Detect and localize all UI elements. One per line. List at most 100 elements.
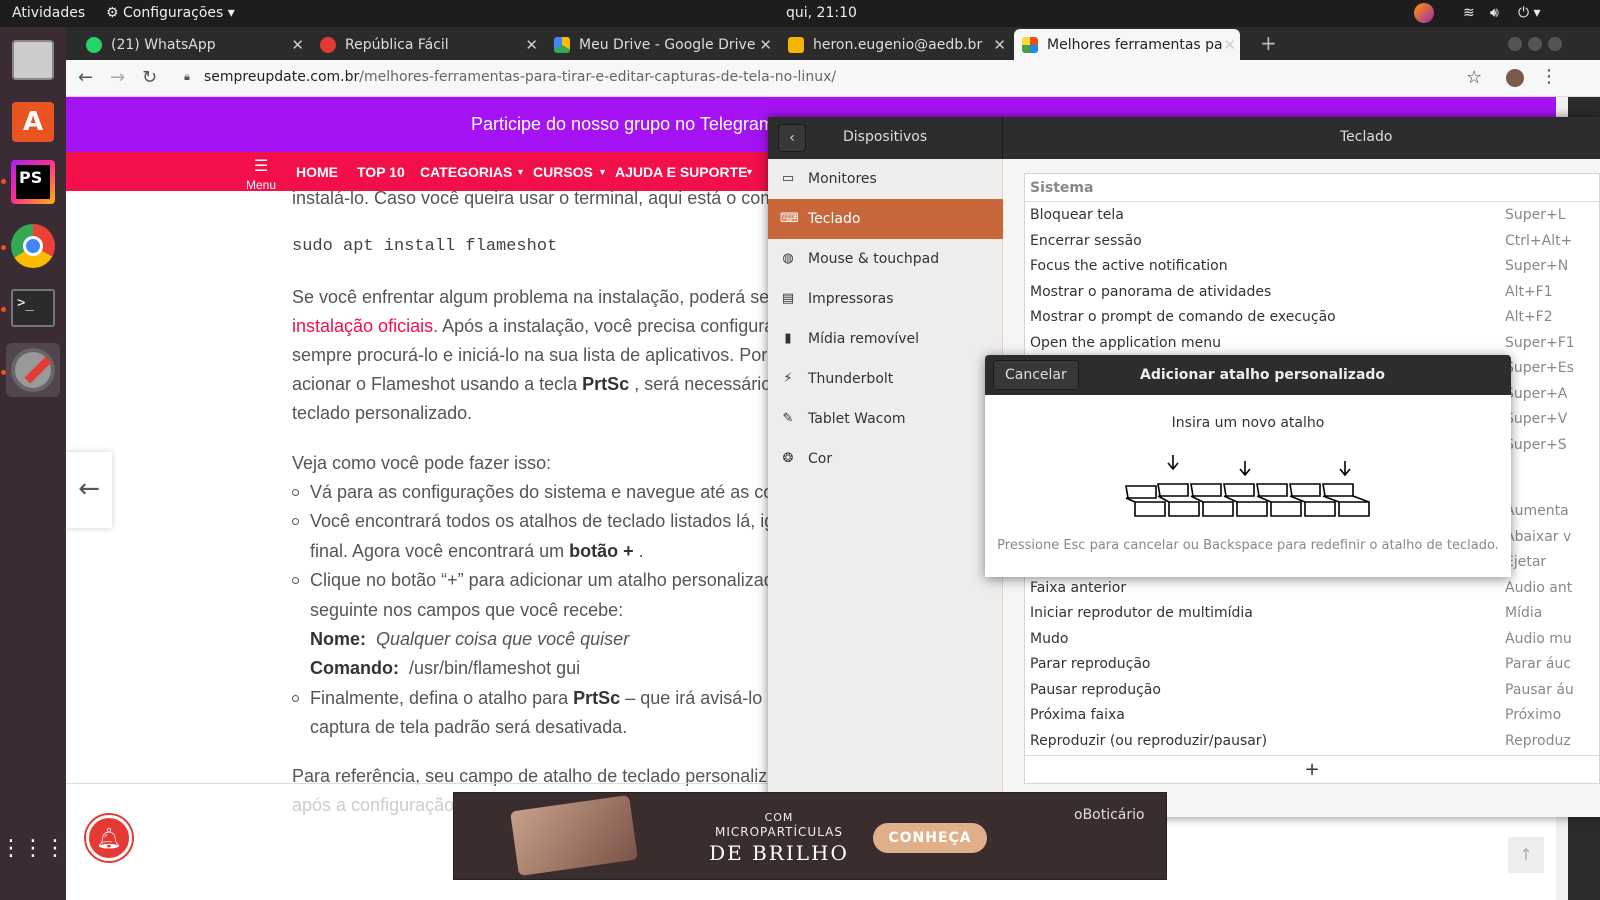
shortcut-key[interactable]: Alt+F1: [1505, 284, 1600, 300]
nav-home[interactable]: HOME: [296, 164, 338, 180]
tab-drive[interactable]: Meu Drive - Google Drive ✕: [546, 29, 776, 60]
shortcut-key[interactable]: Ctrl+Alt+: [1505, 233, 1600, 249]
close-tab-icon[interactable]: ✕: [993, 36, 1006, 54]
shortcut-key[interactable]: Áudio mu: [1505, 631, 1600, 647]
back-icon[interactable]: ←: [78, 67, 93, 88]
wifi-icon[interactable]: ≋: [1463, 5, 1475, 21]
shortcut-key[interactable]: Super+N: [1505, 258, 1600, 274]
advertisement-banner[interactable]: COM MICROPARTÍCULAS DE BRILHO CONHEÇA oB…: [453, 792, 1167, 880]
prev-article-arrow-icon[interactable]: ←: [66, 452, 112, 528]
tab-republica[interactable]: República Fácil ✕: [312, 29, 542, 60]
nav-cursos[interactable]: CURSOS: [533, 164, 593, 180]
shortcut-name[interactable]: Open the application menu: [1030, 335, 1221, 351]
forward-icon[interactable]: →: [110, 67, 125, 88]
more-menu-icon[interactable]: ⋮: [1540, 66, 1558, 87]
clock[interactable]: qui, 21:10: [786, 5, 857, 21]
usb-icon: ▮: [784, 331, 792, 346]
phpstorm-app-icon[interactable]: PS: [6, 155, 60, 209]
shortcut-name[interactable]: Parar reprodução: [1030, 656, 1151, 672]
shortcut-key[interactable]: Super+Es: [1505, 360, 1600, 376]
shortcut-name[interactable]: Iniciar reprodutor de multimídia: [1030, 605, 1253, 621]
shortcut-name[interactable]: Mostrar o panorama de atividades: [1030, 284, 1271, 300]
shortcut-key[interactable]: Super+S: [1505, 437, 1600, 453]
shortcut-key[interactable]: Ejetar: [1505, 554, 1600, 570]
volume-icon[interactable]: 🔊︎: [1490, 5, 1499, 21]
activities-button[interactable]: Atividades: [12, 5, 85, 21]
sidebar-item-midia[interactable]: ▮ Mídia removível: [768, 319, 1003, 359]
install-link[interactable]: instalação oficiais: [292, 316, 433, 336]
shortcut-name[interactable]: Bloquear tela: [1030, 207, 1124, 223]
shortcut-key[interactable]: Alt+F2: [1505, 309, 1600, 325]
app-menu[interactable]: ⚙ Configurações ▾: [106, 5, 235, 21]
sidebar-item-cor[interactable]: ❂ Cor: [768, 439, 1003, 479]
close-window-button[interactable]: [1548, 37, 1562, 51]
shortcut-key[interactable]: Super+L: [1505, 207, 1600, 223]
shortcut-name[interactable]: Próxima faixa: [1030, 707, 1125, 723]
apps-grid-icon[interactable]: ⋮⋮⋮: [0, 821, 66, 875]
shortcut-key[interactable]: Parar áuc: [1505, 656, 1600, 672]
sidebar-item-mouse[interactable]: ◍ Mouse & touchpad: [768, 239, 1003, 279]
terminal-app-icon[interactable]: >_: [6, 281, 60, 335]
close-tab-icon[interactable]: ✕: [759, 36, 772, 54]
nav-ajuda[interactable]: AJUDA E SUPORTE: [615, 164, 748, 180]
shortcut-key[interactable]: Abaixar v: [1505, 529, 1600, 545]
ad-cta-button[interactable]: CONHEÇA: [873, 823, 987, 853]
sidebar-label: Monitores: [808, 171, 877, 187]
nav-categorias[interactable]: CATEGORIAS: [420, 164, 512, 180]
shortcut-key[interactable]: Mídia: [1505, 605, 1600, 621]
reload-icon[interactable]: ↻: [142, 67, 157, 88]
add-shortcut-button[interactable]: +: [1024, 756, 1600, 784]
cancel-button[interactable]: Cancelar: [993, 360, 1079, 390]
address-field[interactable]: sempreupdate.com.br/melhores-ferramentas…: [204, 69, 836, 85]
tab-mail[interactable]: heron.eugenio@aedb.br ✕: [780, 29, 1010, 60]
chrome-app-icon[interactable]: [6, 219, 60, 273]
shortcut-key[interactable]: Super+V: [1505, 411, 1600, 427]
shortcut-name[interactable]: Mostrar o prompt de comando de execução: [1030, 309, 1336, 325]
tab-sempreupdate[interactable]: Melhores ferramentas pa ✕: [1014, 29, 1240, 60]
paragraph-text: acionar o Flameshot usando a tecla: [292, 374, 583, 394]
shortcut-name[interactable]: Faixa anterior: [1030, 580, 1126, 596]
nav-top10[interactable]: TOP 10: [357, 164, 405, 180]
sidebar-item-monitores[interactable]: ▭ Monitores: [768, 159, 1003, 199]
close-tab-icon[interactable]: ✕: [291, 36, 304, 54]
shortcut-key[interactable]: Áudio ant: [1505, 580, 1600, 596]
sidebar-item-thunderbolt[interactable]: ⚡︎ Thunderbolt: [768, 359, 1003, 399]
menu-button[interactable]: ☰ Menu: [246, 156, 276, 192]
menu-label: Menu: [246, 178, 277, 192]
sidebar-item-teclado[interactable]: ⌨ Teclado: [768, 199, 1003, 239]
settings-app-icon[interactable]: [6, 343, 60, 397]
notification-bell-icon[interactable]: 🔔︎: [86, 815, 132, 861]
list-item: Você encontrará todos os atalhos de tecl…: [310, 511, 775, 531]
shortcut-name[interactable]: Reproduzir (ou reproduzir/pausar): [1030, 733, 1267, 749]
close-tab-icon[interactable]: ✕: [1223, 36, 1236, 54]
shortcut-key[interactable]: Próximo: [1505, 707, 1600, 723]
sidebar-item-impressoras[interactable]: ▤ Impressoras: [768, 279, 1003, 319]
maximize-button[interactable]: [1528, 37, 1542, 51]
divider: [1024, 201, 1600, 202]
minimize-button[interactable]: [1508, 37, 1522, 51]
scroll-top-icon[interactable]: ↑: [1508, 837, 1544, 873]
shortcut-key[interactable]: Pausar áu: [1505, 682, 1600, 698]
list-text: final. Agora você encontrará um: [310, 541, 570, 561]
close-tab-icon[interactable]: ✕: [525, 36, 538, 54]
tab-whatsapp[interactable]: (21) WhatsApp ✕: [78, 29, 308, 60]
shortcut-name[interactable]: Focus the active notification: [1030, 258, 1228, 274]
software-app-icon[interactable]: A: [6, 95, 60, 149]
lock-icon[interactable]: 🔒︎: [184, 70, 190, 84]
shortcut-key[interactable]: Aumenta: [1505, 503, 1600, 519]
profile-avatar[interactable]: [1506, 69, 1524, 87]
chevron-down-icon: ▼: [516, 167, 525, 177]
shortcut-name[interactable]: Encerrar sessão: [1030, 233, 1142, 249]
shortcut-name[interactable]: Mudo: [1030, 631, 1068, 647]
files-app-icon[interactable]: [6, 33, 60, 87]
bookmark-star-icon[interactable]: ☆: [1466, 67, 1482, 88]
shortcut-key[interactable]: Super+A: [1505, 386, 1600, 402]
firefox-tray-icon[interactable]: [1414, 3, 1434, 23]
shortcut-name[interactable]: Pausar reprodução: [1030, 682, 1161, 698]
power-icon[interactable]: ⏻ ▾: [1518, 5, 1541, 21]
new-tab-button[interactable]: +: [1260, 31, 1277, 55]
shortcut-key[interactable]: Reproduz: [1505, 733, 1600, 749]
shortcut-key[interactable]: Super+F1: [1505, 335, 1600, 351]
back-button[interactable]: ‹: [778, 124, 806, 152]
sidebar-item-wacom[interactable]: ✎ Tablet Wacom: [768, 399, 1003, 439]
